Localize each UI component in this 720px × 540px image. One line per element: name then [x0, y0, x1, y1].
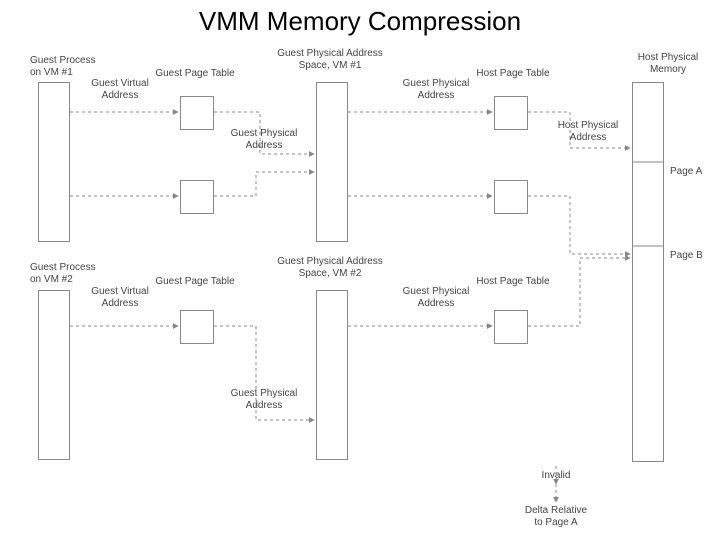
- box-guest-process-vm2: [38, 290, 70, 460]
- box-host-pte-vm1-b: [494, 180, 528, 214]
- label-guest-physical-space-vm2: Guest Physical AddressSpace, VM #2: [275, 256, 385, 280]
- label-guest-process-vm2: Guest Processon VM #2: [30, 262, 100, 286]
- box-guest-pte-vm1-b: [180, 180, 214, 214]
- label-guest-physical-space-vm1: Guest Physical AddressSpace, VM #1: [275, 48, 385, 72]
- label-guest-physical-addr-2a: Guest PhysicalAddress: [228, 388, 300, 412]
- box-host-pte-vm2: [494, 310, 528, 344]
- box-guest-pte-vm2: [180, 310, 214, 344]
- box-host-physical-memory: [632, 82, 664, 462]
- box-guest-physical-space-vm1: [316, 82, 348, 242]
- box-guest-process-vm1: [38, 82, 70, 242]
- label-page-b: Page B: [670, 250, 710, 262]
- page-title: VMM Memory Compression: [0, 6, 720, 37]
- label-host-page-table-1: Host Page Table: [472, 68, 554, 80]
- box-host-pte-vm1-a: [494, 96, 528, 130]
- label-host-page-table-2: Host Page Table: [472, 276, 554, 288]
- label-guest-process-vm1: Guest Processon VM #1: [30, 55, 100, 79]
- label-delta-relative: Delta Relativeto Page A: [520, 505, 592, 529]
- label-guest-physical-addr-1b: Guest PhysicalAddress: [400, 78, 472, 102]
- label-guest-page-table-1: Guest Page Table: [155, 68, 235, 80]
- label-page-a: Page A: [670, 166, 710, 178]
- label-host-physical-memory: Host PhysicalMemory: [632, 52, 704, 76]
- label-guest-virtual-addr-2: Guest VirtualAddress: [90, 286, 150, 310]
- label-invalid: Invalid: [534, 470, 578, 482]
- box-guest-pte-vm1-a: [180, 96, 214, 130]
- box-guest-physical-space-vm2: [316, 290, 348, 460]
- label-host-physical-addr-1: Host PhysicalAddress: [552, 120, 624, 144]
- label-guest-physical-addr-2b: Guest PhysicalAddress: [400, 286, 472, 310]
- label-guest-page-table-2: Guest Page Table: [155, 276, 235, 288]
- label-guest-virtual-addr-1: Guest VirtualAddress: [90, 78, 150, 102]
- label-guest-physical-addr-1a: Guest PhysicalAddress: [228, 128, 300, 152]
